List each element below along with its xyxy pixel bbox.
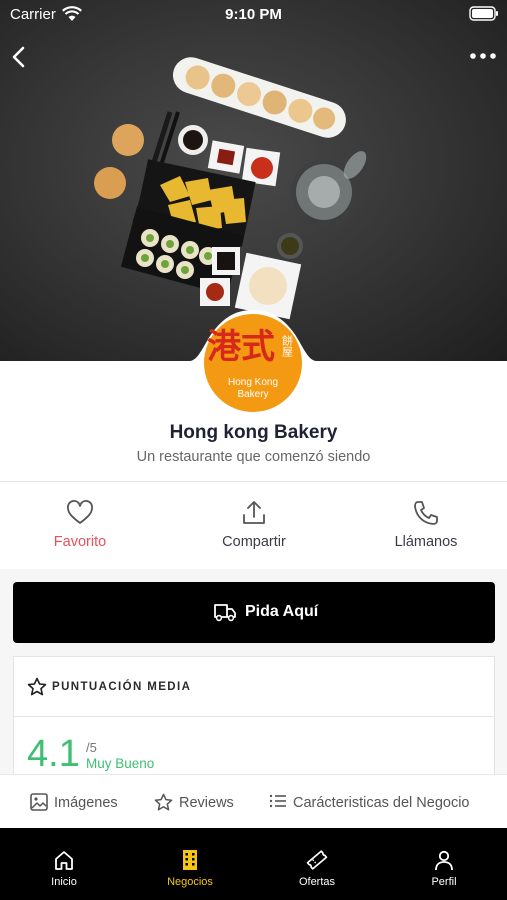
business-logo: 港式 餅屋 Hong Kong Bakery: [203, 313, 303, 413]
rating-max: /5: [86, 740, 97, 755]
logo-chinese-small: 餅屋: [281, 334, 294, 358]
back-icon[interactable]: [8, 44, 32, 70]
rating-word: Muy Bueno: [86, 756, 155, 771]
section-tabs: Imágenes Reviews Carácteristicas del Neg…: [0, 774, 507, 828]
action-bar: Favorito Compartir Llámanos: [0, 483, 507, 569]
nav-home[interactable]: Inicio: [14, 828, 114, 900]
heart-icon: [67, 500, 93, 524]
phone-icon: [414, 501, 438, 525]
tab-features[interactable]: Carácteristicas del Negocio: [269, 775, 499, 829]
favorite-button[interactable]: Favorito: [10, 483, 150, 569]
share-label: Compartir: [222, 534, 286, 550]
more-options-icon[interactable]: [469, 48, 497, 64]
clock: 9:10 PM: [225, 6, 282, 23]
nav-offers-label: Ofertas: [298, 876, 336, 888]
share-button[interactable]: Compartir: [184, 483, 324, 569]
tab-images-label: Imágenes: [54, 795, 118, 811]
home-icon: [55, 851, 73, 870]
business-name: Hong kong Bakery: [169, 422, 338, 443]
tab-features-label: Carácteristicas del Negocio: [293, 795, 470, 811]
share-icon: [243, 501, 265, 524]
tab-images[interactable]: Imágenes: [30, 775, 130, 829]
nav-profile-label: Perfil: [431, 876, 457, 888]
rating-title: PUNTUACIÓN MEDIA: [52, 681, 192, 693]
call-button[interactable]: Llámanos: [356, 483, 496, 569]
business-description: Un restaurante que comenzó siendo: [136, 449, 371, 465]
star-outline-icon: [27, 677, 47, 696]
nav-home-label: Inicio: [51, 876, 77, 888]
favorite-label: Favorito: [53, 534, 107, 550]
call-label: Llámanos: [394, 534, 458, 550]
logo-badge: 港式 餅屋 Hong Kong Bakery: [204, 314, 302, 412]
star-icon: [154, 793, 173, 811]
user-icon: [435, 850, 453, 871]
list-icon: [269, 794, 286, 808]
ticket-icon: [306, 850, 328, 870]
logo-line-1: Hong Kong: [228, 377, 278, 388]
rating-score: 4.1: [27, 733, 80, 775]
order-button[interactable]: Pida Aquí: [13, 582, 495, 643]
truck-icon: [214, 604, 236, 622]
order-label: Pida Aquí: [245, 603, 319, 620]
nav-businesses-label: Negocios: [167, 876, 213, 888]
rating-header: PUNTUACIÓN MEDIA: [14, 657, 494, 717]
image-icon: [30, 793, 48, 811]
nav-offers[interactable]: Ofertas: [267, 828, 367, 900]
nav-profile[interactable]: Perfil: [394, 828, 494, 900]
divider: [0, 481, 507, 482]
status-bar: Carrier 9:10 PM: [0, 0, 507, 30]
bottom-navigation: Inicio Negocios Ofertas Perfil: [0, 828, 507, 900]
battery-icon: [469, 6, 498, 21]
tab-reviews[interactable]: Reviews: [154, 775, 249, 829]
nav-businesses[interactable]: Negocios: [140, 828, 240, 900]
building-icon: [183, 850, 197, 870]
logo-line-2: Bakery: [237, 389, 268, 400]
tab-reviews-label: Reviews: [179, 795, 234, 811]
logo-chinese-big: 港式: [207, 327, 275, 367]
